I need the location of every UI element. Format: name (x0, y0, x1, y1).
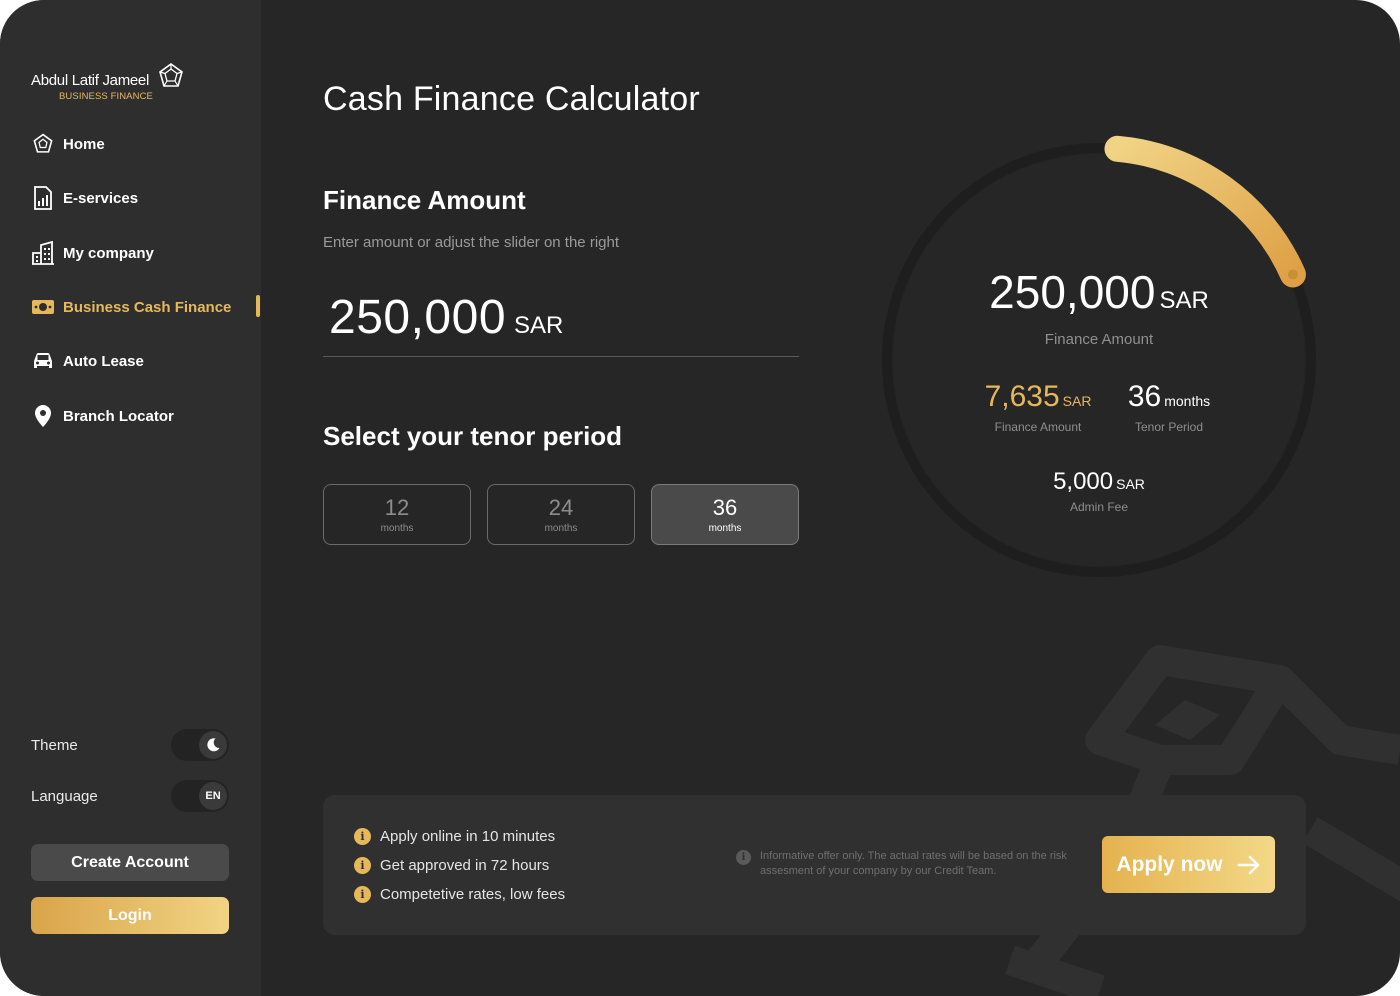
summary-fee-unit: SAR (1116, 476, 1145, 492)
language-setting: Language EN (31, 780, 229, 812)
tenor-value: 24 (548, 494, 574, 520)
amount-value: 250,000 (329, 291, 507, 344)
summary-tenor: 36 months Tenor Period (1108, 380, 1230, 434)
moon-icon (199, 731, 227, 759)
summary-tenor-label: Tenor Period (1134, 420, 1204, 434)
summary-amount: 250,000 SAR (880, 265, 1318, 319)
amount-unit: SAR (514, 312, 564, 339)
tenor-heading: Select your tenor period (323, 421, 623, 451)
app-window: Abdul Latif Jameel BUSINESS FINANCE Home (0, 0, 1400, 996)
summary-fee-label: Admin Fee (1069, 500, 1129, 514)
sidebar-item-home[interactable]: Home (31, 131, 241, 157)
home-logo-icon (31, 132, 55, 156)
brand-name: Abdul Latif Jameel (31, 72, 150, 89)
summary-fee: 5,000 SAR Admin Fee (1040, 468, 1158, 514)
finance-amount-heading: Finance Amount (323, 185, 526, 215)
sidebar-item-label: Auto Lease (63, 352, 144, 370)
location-pin-icon (31, 404, 55, 428)
finance-amount-input[interactable]: 250,000 SAR (323, 290, 799, 357)
tenor-value: 36 (712, 494, 738, 520)
summary-amount-unit: SAR (1159, 287, 1209, 314)
sidebar-item-auto-lease[interactable]: Auto Lease (31, 348, 241, 374)
language-toggle[interactable]: EN (171, 780, 229, 812)
language-label: Language (31, 787, 98, 805)
sidebar-item-label: E-services (63, 189, 139, 207)
sidebar: Abdul Latif Jameel BUSINESS FINANCE Home (0, 0, 261, 996)
sidebar-item-e-services[interactable]: E-services (31, 185, 241, 211)
info-icon: i (354, 885, 371, 903)
summary-monthly: 7,635 SAR Finance Amount (978, 380, 1098, 434)
theme-toggle[interactable] (171, 729, 229, 761)
info-icon: i (354, 827, 371, 845)
sidebar-item-label: Branch Locator (63, 407, 174, 425)
disclaimer-text: Informative offer only. The actual rates… (760, 850, 1067, 877)
summary-amount-value: 250,000 (989, 266, 1156, 318)
sidebar-item-my-company[interactable]: My company (31, 240, 241, 266)
tenor-option-36[interactable]: 36 months (651, 484, 799, 545)
tenor-unit: months (708, 522, 742, 534)
summary-fee-value: 5,000 (1053, 468, 1114, 495)
summary-monthly-unit: SAR (1062, 393, 1092, 409)
disclaimer: i Informative offer only. The actual rat… (736, 849, 1076, 879)
benefit-text: Get approved in 72 hours (380, 856, 550, 874)
language-value: EN (199, 782, 227, 810)
apply-now-button[interactable]: Apply now (1102, 836, 1275, 893)
login-button[interactable]: Login (31, 897, 229, 934)
theme-label: Theme (31, 736, 78, 754)
info-icon: i (354, 856, 371, 874)
benefit-item: i Get approved in 72 hours (354, 855, 549, 875)
tenor-option-12[interactable]: 12 months (323, 484, 471, 545)
buildings-icon (31, 241, 55, 265)
document-chart-icon (31, 186, 55, 210)
sidebar-item-label: Business Cash Finance (63, 298, 232, 316)
tenor-option-24[interactable]: 24 months (487, 484, 635, 545)
create-account-button[interactable]: Create Account (31, 844, 229, 881)
benefit-item: i Competetive rates, low fees (354, 884, 565, 904)
cash-icon (31, 295, 55, 319)
sidebar-item-business-cash-finance[interactable]: Business Cash Finance (31, 294, 241, 320)
active-indicator (256, 295, 260, 317)
brand-mark-icon (159, 63, 183, 87)
benefit-item: i Apply online in 10 minutes (354, 826, 555, 846)
summary-amount-label: Finance Amount (1044, 331, 1154, 348)
sidebar-item-label: My company (63, 244, 154, 262)
benefit-text: Apply online in 10 minutes (380, 827, 556, 845)
summary-monthly-label: Finance Amount (994, 420, 1082, 434)
tenor-unit: months (380, 522, 414, 534)
car-icon (31, 349, 55, 373)
summary-monthly-value: 7,635 (984, 380, 1060, 413)
benefit-text: Competetive rates, low fees (380, 885, 566, 903)
arrow-right-icon (1237, 855, 1259, 874)
apply-now-label: Apply now (1116, 852, 1223, 876)
page-title: Cash Finance Calculator (323, 80, 700, 118)
brand-logo[interactable]: Abdul Latif Jameel BUSINESS FINANCE (31, 62, 191, 106)
tenor-value: 12 (384, 494, 410, 520)
finance-amount-hint: Enter amount or adjust the slider on the… (323, 234, 620, 251)
summary-tenor-unit: months (1164, 393, 1211, 409)
sidebar-item-label: Home (63, 135, 105, 153)
brand-subtitle: BUSINESS FINANCE (59, 91, 153, 102)
info-icon: i (736, 850, 751, 865)
theme-setting: Theme (31, 729, 229, 761)
tenor-unit: months (544, 522, 578, 534)
sidebar-item-branch-locator[interactable]: Branch Locator (31, 403, 241, 429)
summary-tenor-value: 36 (1127, 380, 1162, 413)
